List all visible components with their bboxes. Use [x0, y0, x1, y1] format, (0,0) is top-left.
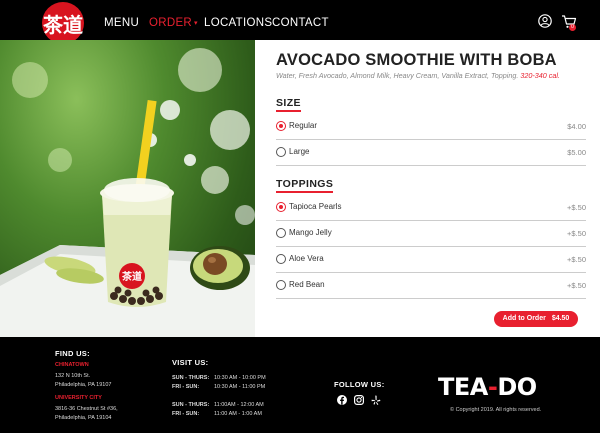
radio-unselected-icon[interactable]	[276, 228, 286, 238]
brand-dash: -	[487, 373, 498, 401]
product-ingredients: Water, Fresh Avocado, Almond Milk, Heavy…	[276, 71, 560, 80]
hours-days: SUN - THURS:	[172, 402, 210, 408]
radio-selected-icon[interactable]	[276, 202, 286, 212]
hours-row: FRI - SUN: 10:30 AM - 11:00 PM	[172, 384, 265, 390]
hours-time: 10:30 AM - 10:00 PM	[214, 375, 266, 381]
topping-option-price: +$.50	[567, 229, 586, 238]
size-option-large[interactable]: Large $5.00	[276, 140, 586, 166]
product-title: AVOCADO SMOOTHIE WITH BOBA	[276, 51, 557, 69]
size-option-price: $5.00	[567, 148, 586, 157]
topping-option-label: Mango Jelly	[289, 228, 332, 237]
hours-days: FRI - SUN:	[172, 384, 200, 390]
topping-option-label: Tapioca Pearls	[289, 202, 342, 211]
smoothie-illustration: 茶道	[0, 48, 255, 337]
copyright-notice: © Copyright 2019. All rights reserved.	[450, 407, 542, 413]
location-address-line2: Philadelphia, PA 19107	[55, 382, 112, 388]
facebook-icon[interactable]	[337, 395, 347, 405]
topping-option-tapioca-pearls[interactable]: Tapioca Pearls +$.50	[276, 195, 586, 221]
add-to-order-label: Add to Order	[502, 315, 546, 322]
topping-option-price: +$.50	[567, 203, 586, 212]
location-address-line2: Philadelphia, PA 19104	[55, 415, 112, 421]
topping-option-label: Red Bean	[289, 280, 325, 289]
location-address-line1: 132 N 10th St.	[55, 373, 91, 379]
instagram-icon[interactable]	[354, 395, 364, 405]
size-option-label: Regular	[289, 121, 318, 130]
brand-part-2: DO	[497, 373, 537, 401]
brand-part-1: TEA	[438, 373, 488, 401]
size-option-price: $4.00	[567, 122, 586, 131]
hours-time: 10:30 AM - 11:00 PM	[214, 384, 266, 390]
hours-time: 11:00AM - 12:00 AM	[214, 402, 264, 408]
topping-option-price: +$.50	[567, 255, 586, 264]
radio-selected-icon[interactable]	[276, 121, 286, 131]
size-option-label: Large	[289, 147, 310, 156]
topping-option-aloe-vera[interactable]: Aloe Vera +$.50	[276, 247, 586, 273]
hours-row: SUN - THURS: 11:00AM - 12:00 AM	[172, 402, 264, 408]
hours-time: 11:00 AM - 1:00 AM	[214, 411, 262, 417]
chevron-down-icon: ▾	[194, 20, 198, 27]
calorie-count: 320-340 cal.	[520, 71, 560, 80]
location-address-line1: 3816-36 Chestnut St #36,	[55, 406, 118, 412]
find-us-heading: FIND US:	[55, 349, 90, 358]
follow-us-heading: FOLLOW US:	[334, 380, 385, 389]
nav-menu[interactable]: MENU	[104, 17, 139, 29]
user-circle-icon[interactable]	[538, 14, 552, 28]
location-name[interactable]: UNIVERSITY CITY	[55, 395, 102, 401]
nav-order-label: ORDER	[149, 17, 193, 29]
hours-days: SUN - THURS:	[172, 375, 210, 381]
location-name[interactable]: CHINATOWN	[55, 362, 89, 368]
visit-us-heading: VISIT US:	[172, 358, 209, 367]
hours-row: SUN - THURS: 10:30 AM - 10:00 PM	[172, 375, 266, 381]
cart-count-badge: 0	[569, 24, 576, 31]
nav-order[interactable]: ORDER ▾	[149, 17, 198, 29]
logo-glyph: 茶道	[43, 12, 83, 37]
topping-option-red-bean[interactable]: Red Bean +$.50	[276, 273, 586, 299]
cup-logo-glyph: 茶道	[121, 270, 142, 283]
hours-days: FRI - SUN:	[172, 411, 200, 417]
product-details-panel: AVOCADO SMOOTHIE WITH BOBA Water, Fresh …	[255, 40, 600, 337]
size-option-regular[interactable]: Regular $4.00	[276, 114, 586, 140]
nav-contact[interactable]: CONTACT	[272, 17, 329, 29]
size-section-title: SIZE	[276, 97, 301, 112]
add-to-order-price: $4.50	[551, 315, 570, 322]
toppings-section-title: TOPPINGS	[276, 178, 334, 193]
topping-option-label: Aloe Vera	[289, 254, 324, 263]
hours-row: FRI - SUN: 11:00 AM - 1:00 AM	[172, 411, 262, 417]
tea-do-logo[interactable]: 茶道	[42, 2, 84, 44]
ingredients-text: Water, Fresh Avocado, Almond Milk, Heavy…	[276, 71, 519, 80]
nav-locations[interactable]: LOCATIONS	[204, 17, 272, 29]
radio-unselected-icon[interactable]	[276, 254, 286, 264]
topping-option-mango-jelly[interactable]: Mango Jelly +$.50	[276, 221, 586, 247]
topping-option-price: +$.50	[567, 281, 586, 290]
tea-do-brand-wordmark: TEA-DO	[438, 373, 537, 401]
radio-unselected-icon[interactable]	[276, 280, 286, 290]
site-header: 茶道 MENU ORDER ▾ LOCATIONS CONTACT 0	[0, 0, 600, 44]
radio-unselected-icon[interactable]	[276, 147, 286, 157]
yelp-icon[interactable]	[371, 395, 381, 405]
product-photo: 茶道	[0, 40, 255, 337]
add-to-order-button[interactable]: Add to Order $4.50	[494, 311, 578, 327]
